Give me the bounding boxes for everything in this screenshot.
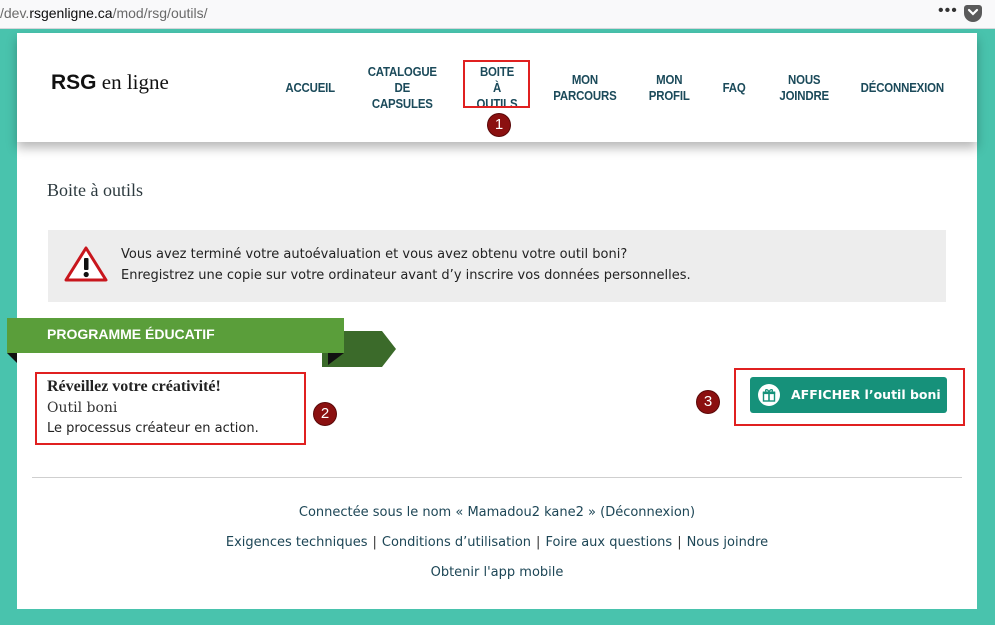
- nav-label: DÉCONNEXION: [860, 79, 944, 95]
- nav-label: MON PROFIL: [648, 71, 690, 103]
- course-subtitle: Outil boni: [47, 400, 118, 416]
- url-path: /mod/rsg/outils/: [112, 5, 208, 21]
- nav-highlight-box: [463, 60, 530, 108]
- logged-suffix: ): [690, 505, 696, 520]
- section-label: PROGRAMME ÉDUCATIF: [47, 326, 215, 342]
- gift-icon: [758, 384, 780, 406]
- course-title: Réveillez votre créativité!: [47, 378, 221, 395]
- footer-separator: |: [677, 535, 682, 550]
- footer-separator: |: [536, 535, 541, 550]
- logged-middle: » (: [583, 505, 606, 520]
- annotation-badge-2: 2: [314, 403, 336, 425]
- browser-toolbar: /dev.rsgenligne.ca/mod/rsg/outils/ •••: [0, 0, 995, 29]
- section-ribbon: PROGRAMME ÉDUCATIF: [7, 318, 344, 353]
- button-label: AFFICHER l’outil boni: [791, 387, 941, 402]
- nav-deconnexion[interactable]: DÉCONNEXION: [857, 33, 947, 142]
- site-logo[interactable]: RSG en ligne: [51, 70, 169, 95]
- ribbon-fold-left: [7, 353, 17, 363]
- footer-link-conditions[interactable]: Conditions d’utilisation: [382, 535, 531, 550]
- nav-label: ACCUEIL: [285, 79, 335, 95]
- alert-line-2: Enregistrez une copie sur votre ordinate…: [121, 268, 691, 283]
- pocket-icon[interactable]: [964, 5, 982, 22]
- nav-mon-parcours[interactable]: MON PARCOURS: [551, 33, 619, 142]
- logged-in-status: Connectée sous le nom « Mamadou2 kane2 »…: [17, 505, 977, 520]
- page-container: RSG en ligne ACCUEIL CATALOGUE DE CAPSUL…: [7, 33, 977, 609]
- footer-link-faq[interactable]: Foire aux questions: [545, 535, 672, 550]
- nav-faq[interactable]: FAQ: [717, 33, 751, 142]
- page-actions-menu-icon[interactable]: •••: [938, 2, 958, 20]
- logo-bold: RSG: [51, 71, 97, 94]
- page-title: Boite à outils: [47, 180, 143, 200]
- nav-label: FAQ: [722, 79, 746, 95]
- logo-rest: en ligne: [96, 70, 169, 94]
- alert-line-1: Vous avez terminé votre autoévaluation e…: [121, 247, 628, 262]
- nav-mon-profil[interactable]: MON PROFIL: [645, 33, 693, 142]
- url-prefix: /dev.: [0, 5, 30, 21]
- divider: [32, 477, 962, 478]
- url-host: rsgenligne.ca: [29, 5, 113, 21]
- nav-label: MON PARCOURS: [553, 71, 617, 103]
- nav-label: NOUS JOINDRE: [779, 71, 829, 103]
- footer-link-exigences[interactable]: Exigences techniques: [226, 535, 368, 550]
- user-profile-link[interactable]: Mamadou2 kane2: [467, 505, 583, 520]
- ribbon-fold-right: [328, 353, 344, 365]
- footer-link-contact[interactable]: Nous joindre: [687, 535, 769, 550]
- nav-accueil[interactable]: ACCUEIL: [285, 33, 335, 142]
- show-bonus-tool-button[interactable]: AFFICHER l’outil boni: [750, 377, 947, 413]
- logout-link[interactable]: Déconnexion: [605, 505, 690, 520]
- url-field[interactable]: /dev.rsgenligne.ca/mod/rsg/outils/: [0, 5, 208, 21]
- annotation-badge-1: 1: [488, 114, 510, 136]
- alert-box: Vous avez terminé votre autoévaluation e…: [48, 230, 946, 302]
- footer-separator: |: [372, 535, 377, 550]
- nav-catalogue[interactable]: CATALOGUE DE CAPSULES: [365, 33, 439, 142]
- footer-links: Exigences techniques | Conditions d’utilis…: [17, 535, 977, 550]
- course-description: Le processus créateur en action.: [47, 421, 259, 436]
- annotation-badge-3: 3: [697, 391, 719, 413]
- warning-triangle-icon: [64, 246, 108, 282]
- mobile-app-row: Obtenir l'app mobile: [17, 565, 977, 580]
- site-header: RSG en ligne ACCUEIL CATALOGUE DE CAPSUL…: [17, 33, 977, 142]
- nav-label: CATALOGUE DE CAPSULES: [367, 63, 437, 111]
- logged-prefix: Connectée sous le nom «: [298, 505, 468, 520]
- mobile-app-link[interactable]: Obtenir l'app mobile: [431, 565, 564, 580]
- nav-nous-joindre[interactable]: NOUS JOINDRE: [775, 33, 833, 142]
